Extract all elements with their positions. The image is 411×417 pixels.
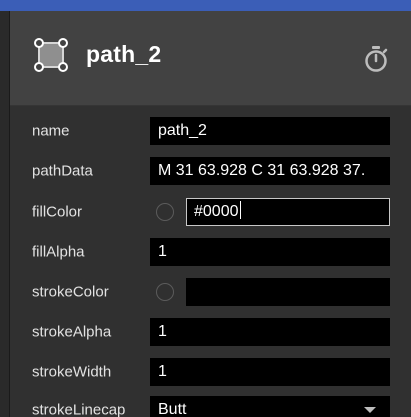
- fillcolor-value: #0000: [194, 203, 239, 220]
- strokewidth-input[interactable]: 1: [150, 358, 390, 386]
- fillcolor-input[interactable]: #0000: [186, 198, 390, 226]
- strokelinecap-select[interactable]: Butt: [150, 396, 390, 417]
- property-row-pathdata: pathData M 31 63.928 C 31 63.928 37.: [10, 151, 411, 191]
- strokealpha-label: strokeAlpha: [32, 323, 112, 341]
- property-row-strokewidth: strokeWidth 1: [10, 352, 411, 392]
- strokealpha-input[interactable]: 1: [150, 318, 390, 346]
- properties-panel: name path_2 pathData M 31 63.928 C 31 63…: [10, 106, 411, 417]
- fillcolor-swatch[interactable]: [156, 203, 174, 221]
- path-node-icon: [34, 38, 68, 72]
- property-row-strokecolor: strokeColor: [10, 272, 411, 312]
- text-caret: [239, 201, 241, 220]
- pathdata-input[interactable]: M 31 63.928 C 31 63.928 37.: [150, 157, 390, 185]
- property-row-strokealpha: strokeAlpha 1: [10, 312, 411, 352]
- strokelinecap-value: Butt: [158, 401, 187, 417]
- property-row-fillcolor: fillColor #0000: [10, 192, 411, 232]
- left-panel-edge: [0, 11, 10, 417]
- fillcolor-label: fillColor: [32, 203, 83, 221]
- stopwatch-icon[interactable]: [363, 45, 389, 73]
- strokecolor-label: strokeColor: [32, 283, 109, 301]
- property-row-fillalpha: fillAlpha 1: [10, 232, 411, 272]
- pathdata-label: pathData: [32, 162, 93, 180]
- strokelinecap-label: strokeLinecap: [32, 401, 126, 417]
- inspector-window: path_2 name path_2 pathData M 31 63.928 …: [0, 0, 411, 417]
- top-accent-bar: [0, 0, 411, 11]
- name-input[interactable]: path_2: [150, 117, 390, 145]
- name-label: name: [32, 122, 70, 140]
- strokewidth-label: strokeWidth: [32, 363, 112, 381]
- property-row-name: name path_2: [10, 111, 411, 151]
- layer-title: path_2: [86, 41, 162, 67]
- inspector-header: path_2: [10, 11, 411, 106]
- dropdown-arrow-icon: [364, 407, 376, 413]
- fillalpha-input[interactable]: 1: [150, 238, 390, 266]
- property-row-strokelinecap: strokeLinecap Butt: [10, 390, 411, 417]
- strokecolor-input[interactable]: [186, 278, 390, 306]
- strokecolor-swatch[interactable]: [156, 283, 174, 301]
- fillalpha-label: fillAlpha: [32, 243, 85, 261]
